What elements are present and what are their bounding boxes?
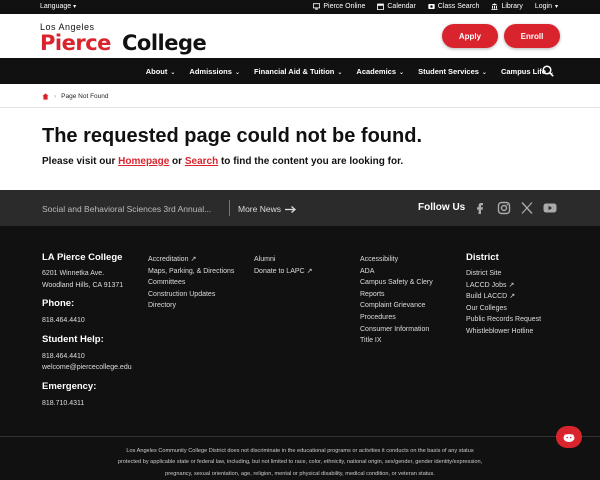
chevron-down-icon: ▾ (554, 4, 558, 10)
page-content: › Page Not Found The requested page coul… (0, 84, 600, 190)
library-icon (491, 3, 499, 10)
external-link-icon: ↗ (508, 281, 515, 289)
external-link-icon: ↗ (306, 267, 313, 275)
footer-link-whistleblower[interactable]: Whistleblower Hotline (466, 326, 541, 338)
search-link[interactable]: Search (185, 156, 218, 167)
pierce-college-logo[interactable]: Los Angeles Pierce College (40, 22, 220, 55)
breadcrumb: › Page Not Found (42, 93, 109, 100)
nav-about[interactable]: About ⌄ (146, 67, 176, 76)
nondiscrimination-statement: Los Angeles Community College District d… (117, 448, 483, 477)
chevron-down-icon: ⌄ (337, 70, 343, 76)
class-search-link[interactable]: Class Search (428, 3, 479, 10)
footer-link-title-ix[interactable]: Title IX (360, 335, 433, 347)
site-header: Los Angeles Pierce College Apply Enroll (0, 14, 600, 58)
footer-link-directory[interactable]: Directory (148, 300, 234, 312)
footer-links-2: Alumni Donate to LAPC ↗ (254, 254, 312, 277)
footer-link-donate[interactable]: Donate to LAPC ↗ (254, 266, 312, 278)
footer-links-3: Accessibility ADA Campus Safety & Clery … (360, 254, 433, 347)
class-search-icon (428, 4, 435, 9)
language-selector[interactable]: Language ▾ (40, 3, 76, 10)
footer-link-public-records[interactable]: Public Records Request (466, 314, 541, 326)
emergency-phone-link[interactable]: 818.710.4311 (42, 398, 132, 410)
youtube-icon[interactable] (543, 201, 557, 215)
phone-link[interactable]: 818.464.4410 (42, 315, 132, 327)
divider (0, 107, 600, 108)
login-dropdown[interactable]: Login ▾ (535, 3, 558, 10)
footer-link-complaint[interactable]: Complaint Grievance (360, 300, 433, 312)
more-news-link[interactable]: More News (238, 204, 296, 214)
calendar-link[interactable]: Calendar (377, 3, 416, 10)
footer-link-ada[interactable]: ADA (360, 266, 433, 278)
footer-link-accreditation[interactable]: Accreditation ↗ (148, 254, 234, 266)
footer-link-district-site[interactable]: District Site (466, 268, 541, 280)
main-nav: About ⌄ Admissions ⌄ Financial Aid & Tuiti… (0, 58, 600, 84)
not-found-message: Please visit our Homepage or Search to f… (42, 156, 404, 167)
footer-link-laccd-jobs[interactable]: LACCD Jobs ↗ (466, 280, 541, 292)
footer-link-procedures[interactable]: Procedures (360, 312, 433, 324)
arrow-right-icon (284, 205, 296, 213)
divider (229, 200, 230, 216)
news-strip: Social and Behavioral Sciences 3rd Annua… (0, 190, 600, 226)
breadcrumb-current: Page Not Found (61, 93, 109, 100)
footer-link-maps[interactable]: Maps, Parking, & Directions (148, 266, 234, 278)
chat-button[interactable] (556, 426, 582, 448)
calendar-icon (377, 3, 385, 10)
nav-student-services[interactable]: Student Services ⌄ (418, 67, 487, 76)
x-twitter-icon[interactable] (520, 201, 534, 215)
footer-link-build-laccd[interactable]: Build LACCD ↗ (466, 291, 541, 303)
footer-link-accessibility[interactable]: Accessibility (360, 254, 433, 266)
footer-link-construction[interactable]: Construction Updates (148, 289, 234, 301)
footer-link-campus-safety[interactable]: Campus Safety & Clery (360, 277, 433, 289)
home-icon[interactable] (42, 93, 49, 100)
news-headline-link[interactable]: Social and Behavioral Sciences 3rd Annua… (42, 204, 211, 214)
instagram-icon[interactable] (497, 201, 511, 215)
monitor-icon (313, 3, 321, 10)
enroll-button[interactable]: Enroll (504, 24, 560, 48)
chat-mascot-icon (563, 434, 575, 442)
external-link-icon: ↗ (190, 256, 197, 263)
page-title: The requested page could not be found. (42, 125, 423, 147)
nav-admissions[interactable]: Admissions ⌄ (189, 67, 240, 76)
chevron-down-icon: ⌄ (481, 70, 487, 76)
breadcrumb-separator: › (54, 93, 57, 100)
apply-button[interactable]: Apply (442, 24, 498, 48)
footer-district: District District Site LACCD Jobs ↗ Build… (466, 252, 541, 338)
footer-link-our-colleges[interactable]: Our Colleges (466, 303, 541, 315)
follow-us-label: Follow Us (418, 202, 466, 213)
student-help-email-link[interactable]: welcome@piercecollege.edu (42, 362, 132, 374)
library-link[interactable]: Library (491, 3, 523, 10)
homepage-link[interactable]: Homepage (118, 156, 169, 167)
footer-college-name: LA Pierce College (42, 252, 123, 263)
pierce-online-link[interactable]: Pierce Online (313, 3, 365, 10)
footer-link-alumni[interactable]: Alumni (254, 254, 312, 266)
footer-contact: LA Pierce College 6201 Winnetka Ave. Woo… (42, 252, 132, 410)
nav-academics[interactable]: Academics ⌄ (356, 67, 404, 76)
facebook-icon[interactable] (473, 201, 487, 215)
chevron-down-icon: ⌄ (234, 70, 240, 76)
divider (0, 436, 600, 437)
footer-link-committees[interactable]: Committees (148, 277, 234, 289)
chevron-down-icon: ⌄ (170, 70, 176, 76)
chevron-down-icon: ⌄ (399, 70, 405, 76)
footer-link-consumer-info[interactable]: Consumer Information (360, 324, 433, 336)
site-footer: LA Pierce College 6201 Winnetka Ave. Woo… (0, 226, 600, 480)
search-icon[interactable] (542, 65, 554, 77)
footer-links-1: Accreditation ↗ Maps, Parking, & Directio… (148, 254, 234, 312)
footer-link-reports[interactable]: Reports (360, 289, 433, 301)
chevron-down-icon: ▾ (73, 4, 77, 10)
external-link-icon: ↗ (509, 293, 516, 301)
nav-financial-aid[interactable]: Financial Aid & Tuition ⌄ (254, 67, 342, 76)
student-help-phone-link[interactable]: 818.464.4410 (42, 351, 132, 363)
utility-bar: Language ▾ Pierce Online Calendar Class S… (0, 0, 600, 14)
